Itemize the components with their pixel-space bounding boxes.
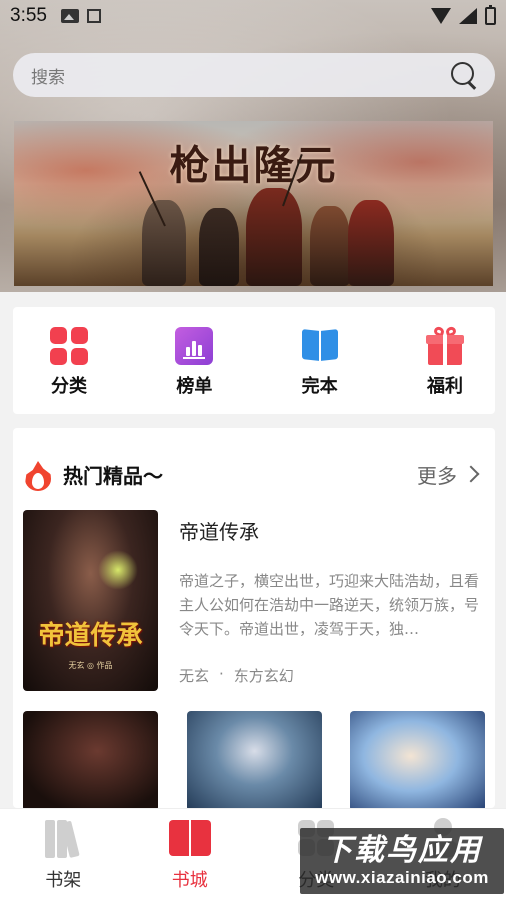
category-label: 榜单	[176, 376, 213, 397]
section-title: 热门精品～	[63, 463, 163, 488]
cover-author: 无玄 ◎ 作品	[68, 661, 113, 670]
book-author: 无玄	[179, 667, 210, 685]
category-nav: 分类 榜单 完本 福利	[13, 307, 495, 414]
tab-bookshelf[interactable]: 书架	[23, 818, 103, 892]
book-genre: 东方玄幻	[233, 667, 294, 685]
banner-warrior	[142, 200, 186, 286]
watermark-logo: 下载鸟应用 www.xiazainiao.com	[300, 828, 504, 894]
battery-icon	[485, 5, 496, 25]
cover-title: 帝道传承	[38, 621, 143, 651]
ranking-chart-icon	[175, 327, 214, 365]
wifi-icon	[431, 8, 451, 24]
book-title[interactable]: 帝道传承	[179, 516, 483, 545]
hot-section: 热门精品～ 更多 帝道传承 无玄 ◎ 作品 帝道传承 帝道之子，横空出世，巧迎来…	[13, 428, 495, 808]
promo-banner[interactable]: 枪出隆元	[14, 121, 493, 286]
search-placeholder: 搜索	[31, 67, 65, 88]
flame-icon	[23, 457, 53, 491]
tab-bookstore[interactable]: 书城	[150, 818, 230, 892]
category-ranking[interactable]: 榜单	[162, 327, 226, 414]
book-description: 帝道之子，横空出世，巧迎来大陆浩劫，且看主人公如何在浩劫中一路逆天，统领万族，号…	[179, 572, 480, 638]
banner-warrior	[199, 208, 239, 286]
watermark-url: www.xiazainiao.com	[315, 868, 489, 887]
search-input[interactable]: 搜索	[13, 53, 495, 97]
text-notification-icon	[86, 9, 101, 23]
signal-icon	[459, 8, 477, 24]
more-label: 更多	[417, 463, 457, 488]
bookshelf-icon	[41, 818, 85, 858]
search-icon[interactable]	[451, 62, 477, 88]
more-button[interactable]: 更多	[417, 460, 480, 489]
banner-warrior	[246, 188, 302, 286]
category-label: 完本	[301, 376, 338, 397]
status-bar: 3:55	[0, 0, 506, 32]
category-label: 福利	[426, 376, 463, 397]
open-book-icon	[301, 327, 339, 365]
hero-header: 3:55 搜索 枪出隆元	[0, 0, 506, 292]
banner-warrior	[310, 206, 350, 286]
watermark-text: 下载鸟应用	[322, 833, 482, 868]
book-cover[interactable]	[350, 711, 485, 808]
banner-warrior	[348, 200, 394, 286]
book-cover[interactable]	[23, 711, 158, 808]
grid-icon	[50, 327, 88, 365]
book-grid	[23, 711, 485, 808]
image-notification-icon	[60, 9, 79, 23]
book-cover[interactable]: 帝道传承 无玄 ◎ 作品	[23, 510, 158, 691]
category-label: 分类	[51, 376, 87, 397]
section-header: 热门精品～ 更多	[23, 456, 480, 492]
tab-label: 书架	[45, 869, 82, 891]
book-cover[interactable]	[186, 711, 322, 808]
meta-separator: ·	[219, 665, 224, 683]
category-classify[interactable]: 分类	[37, 327, 101, 414]
tab-label: 书城	[171, 869, 208, 891]
featured-book[interactable]: 帝道传承 无玄 ◎ 作品 帝道传承 帝道之子，横空出世，巧迎来大陆浩劫，且看主人…	[23, 510, 483, 692]
gift-icon	[425, 325, 464, 365]
bookstore-icon	[168, 818, 212, 858]
status-time: 3:55	[10, 5, 47, 26]
category-welfare[interactable]: 福利	[413, 325, 477, 414]
category-finished[interactable]: 完本	[288, 327, 352, 414]
chevron-right-icon	[462, 465, 480, 483]
banner-title: 枪出隆元	[169, 142, 338, 189]
